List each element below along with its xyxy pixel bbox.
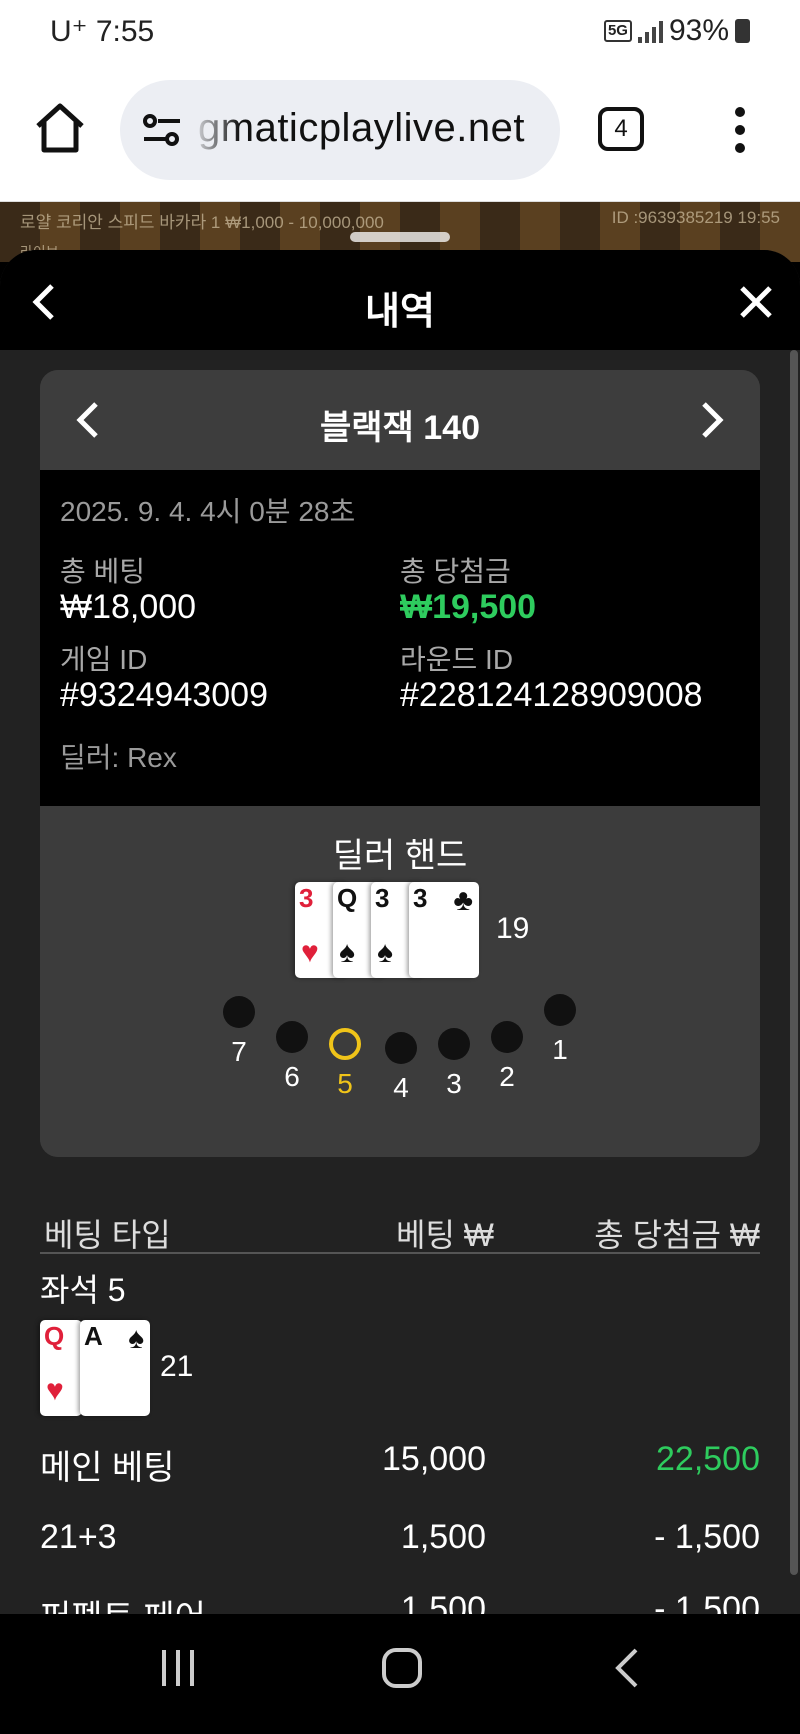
card-rank: A bbox=[84, 1321, 103, 1351]
col-bet-type: 베팅 타입 bbox=[44, 1217, 171, 1253]
browser-toolbar: gmaticplaylive.net 4 bbox=[0, 62, 800, 202]
round-title: 블랙잭 140 bbox=[319, 409, 480, 447]
game-id-info: ID :9639385219 19:55 bbox=[611, 208, 780, 227]
dealer-hand-panel: 딜러 핸드 3 ♥ Q ♠ 3 ♠ 3 ♣ 19 7 6 5 4 3 2 1 bbox=[40, 806, 760, 1157]
round-id-label: 라운드 ID bbox=[400, 644, 514, 675]
sheet-drag-handle[interactable] bbox=[350, 232, 450, 242]
bet-row-win: - 1,500 bbox=[654, 1590, 760, 1614]
system-nav-bar bbox=[0, 1614, 800, 1734]
total-win-label: 총 당첨금 bbox=[400, 556, 511, 587]
card-suit-icon: ♠ bbox=[377, 936, 393, 969]
total-win-value: ₩19,500 bbox=[400, 588, 537, 626]
card-rank: 3 bbox=[299, 883, 314, 913]
card-suit-icon: ♠ bbox=[128, 1322, 144, 1355]
round-id-value: #228124128909008 bbox=[400, 676, 703, 714]
col-total-win: 총 당첨금 ₩ bbox=[594, 1217, 760, 1253]
network-5g-icon: 5G bbox=[603, 20, 632, 42]
bet-row-bet: 15,000 bbox=[382, 1440, 486, 1478]
home-icon[interactable] bbox=[30, 98, 90, 158]
round-nav: 블랙잭 140 bbox=[40, 370, 760, 470]
page-info-icon[interactable] bbox=[140, 110, 184, 150]
round-info: 2025. 9. 4. 4시 0분 28초 총 베팅 ₩18,000 총 당첨금… bbox=[40, 470, 760, 806]
card-suit-icon: ♥ bbox=[46, 1374, 64, 1407]
scrollbar[interactable] bbox=[790, 350, 798, 1575]
url-fade bbox=[190, 80, 240, 180]
battery-icon bbox=[735, 19, 750, 43]
game-table-info: 로얄 코리안 스피드 바카라 1 ₩1,000 - 10,000,000 bbox=[20, 213, 384, 232]
history-sheet: 내역 블랙잭 140 2025. 9. 4. 4시 0분 28초 총 베팅 ₩1… bbox=[0, 250, 800, 1614]
seat-3-dot[interactable] bbox=[438, 1028, 470, 1060]
screen: U⁺ 7:55 5G 93% gmaticplaylive.net 4 로얄 코… bbox=[0, 0, 800, 1734]
seat-2-number: 2 bbox=[499, 1061, 515, 1092]
bet-row-bet: 1,500 bbox=[400, 1518, 486, 1556]
tab-switcher-icon[interactable]: 4 bbox=[598, 107, 644, 151]
player-hand-total: 21 bbox=[160, 1350, 194, 1383]
seat-7-dot[interactable] bbox=[223, 996, 255, 1028]
seat-5-number: 5 bbox=[337, 1068, 353, 1099]
player-cards: Q ♥ A ♠ bbox=[40, 1320, 150, 1416]
status-bar: U⁺ 7:55 5G 93% bbox=[0, 0, 800, 62]
dealer-hand-total: 19 bbox=[496, 912, 530, 945]
recent-apps-icon[interactable] bbox=[158, 1646, 198, 1690]
seat-7-number: 7 bbox=[231, 1036, 247, 1067]
seat-3-number: 3 bbox=[446, 1068, 462, 1099]
total-bet-value: ₩18,000 bbox=[60, 588, 197, 626]
bets-table-header: 베팅 타입 베팅 ₩ 총 당첨금 ₩ bbox=[40, 1200, 760, 1254]
game-id-value: #9324943009 bbox=[60, 676, 269, 714]
round-card: 블랙잭 140 2025. 9. 4. 4시 0분 28초 총 베팅 ₩18,0… bbox=[40, 370, 760, 1157]
seat-6-dot[interactable] bbox=[276, 1021, 308, 1053]
signal-icon bbox=[637, 19, 663, 43]
bet-row-win: 22,500 bbox=[656, 1440, 760, 1478]
seat-4-number: 4 bbox=[393, 1072, 409, 1103]
card-rank: Q bbox=[44, 1321, 65, 1351]
card-rank: 3 bbox=[375, 883, 390, 913]
bet-row-bet: 1,500 bbox=[400, 1590, 486, 1614]
seat-1-number: 1 bbox=[552, 1034, 568, 1065]
seat-2-dot[interactable] bbox=[491, 1021, 523, 1053]
status-icons: 5G 93% bbox=[603, 14, 750, 48]
dealer-hand-title: 딜러 핸드 bbox=[332, 837, 468, 875]
bet-row-type: 퍼펙트 페어 bbox=[40, 1590, 206, 1614]
home-circle-icon[interactable] bbox=[380, 1646, 424, 1690]
carrier-time: U⁺ 7:55 bbox=[50, 15, 155, 48]
playing-card: 3 ♣ bbox=[409, 882, 479, 978]
card-suit-icon: ♥ bbox=[301, 936, 319, 969]
playing-card: Q ♥ bbox=[40, 1320, 82, 1416]
dealer-cards: 3 ♥ Q ♠ 3 ♠ 3 ♣ bbox=[295, 882, 479, 978]
round-datetime: 2025. 9. 4. 4시 0분 28초 bbox=[60, 496, 356, 527]
battery-text: 93% bbox=[668, 14, 729, 47]
more-vert-icon[interactable] bbox=[730, 107, 750, 157]
seat-label: 좌석 5 bbox=[40, 1272, 126, 1308]
game-id-label: 게임 ID bbox=[60, 644, 148, 675]
seat-4-dot[interactable] bbox=[385, 1032, 417, 1064]
card-suit-icon: ♠ bbox=[339, 936, 355, 969]
seat-1-dot[interactable] bbox=[544, 994, 576, 1026]
dealer-name: 딜러: Rex bbox=[60, 742, 177, 773]
address-bar[interactable]: gmaticplaylive.net bbox=[120, 80, 560, 180]
bet-row-type: 21+3 bbox=[40, 1518, 117, 1556]
url-text[interactable]: gmaticplaylive.net bbox=[198, 106, 525, 151]
back-icon[interactable] bbox=[612, 1646, 642, 1690]
bet-row-win: - 1,500 bbox=[654, 1518, 760, 1556]
bet-row-type: 메인 베팅 bbox=[40, 1449, 175, 1487]
col-bet-amount: 베팅 ₩ bbox=[396, 1217, 494, 1253]
playing-card: A ♠ bbox=[80, 1320, 150, 1416]
card-suit-icon: ♣ bbox=[453, 884, 473, 917]
seat-6-number: 6 bbox=[284, 1061, 300, 1092]
card-rank: Q bbox=[337, 883, 358, 913]
total-bet-label: 총 베팅 bbox=[60, 556, 146, 587]
sheet-header: 내역 bbox=[0, 250, 800, 350]
close-icon[interactable] bbox=[736, 282, 776, 322]
chevron-right-icon[interactable] bbox=[694, 398, 730, 442]
seat-5-dot[interactable] bbox=[329, 1028, 361, 1060]
card-rank: 3 bbox=[413, 883, 428, 913]
sheet-title: 내역 bbox=[365, 291, 435, 333]
